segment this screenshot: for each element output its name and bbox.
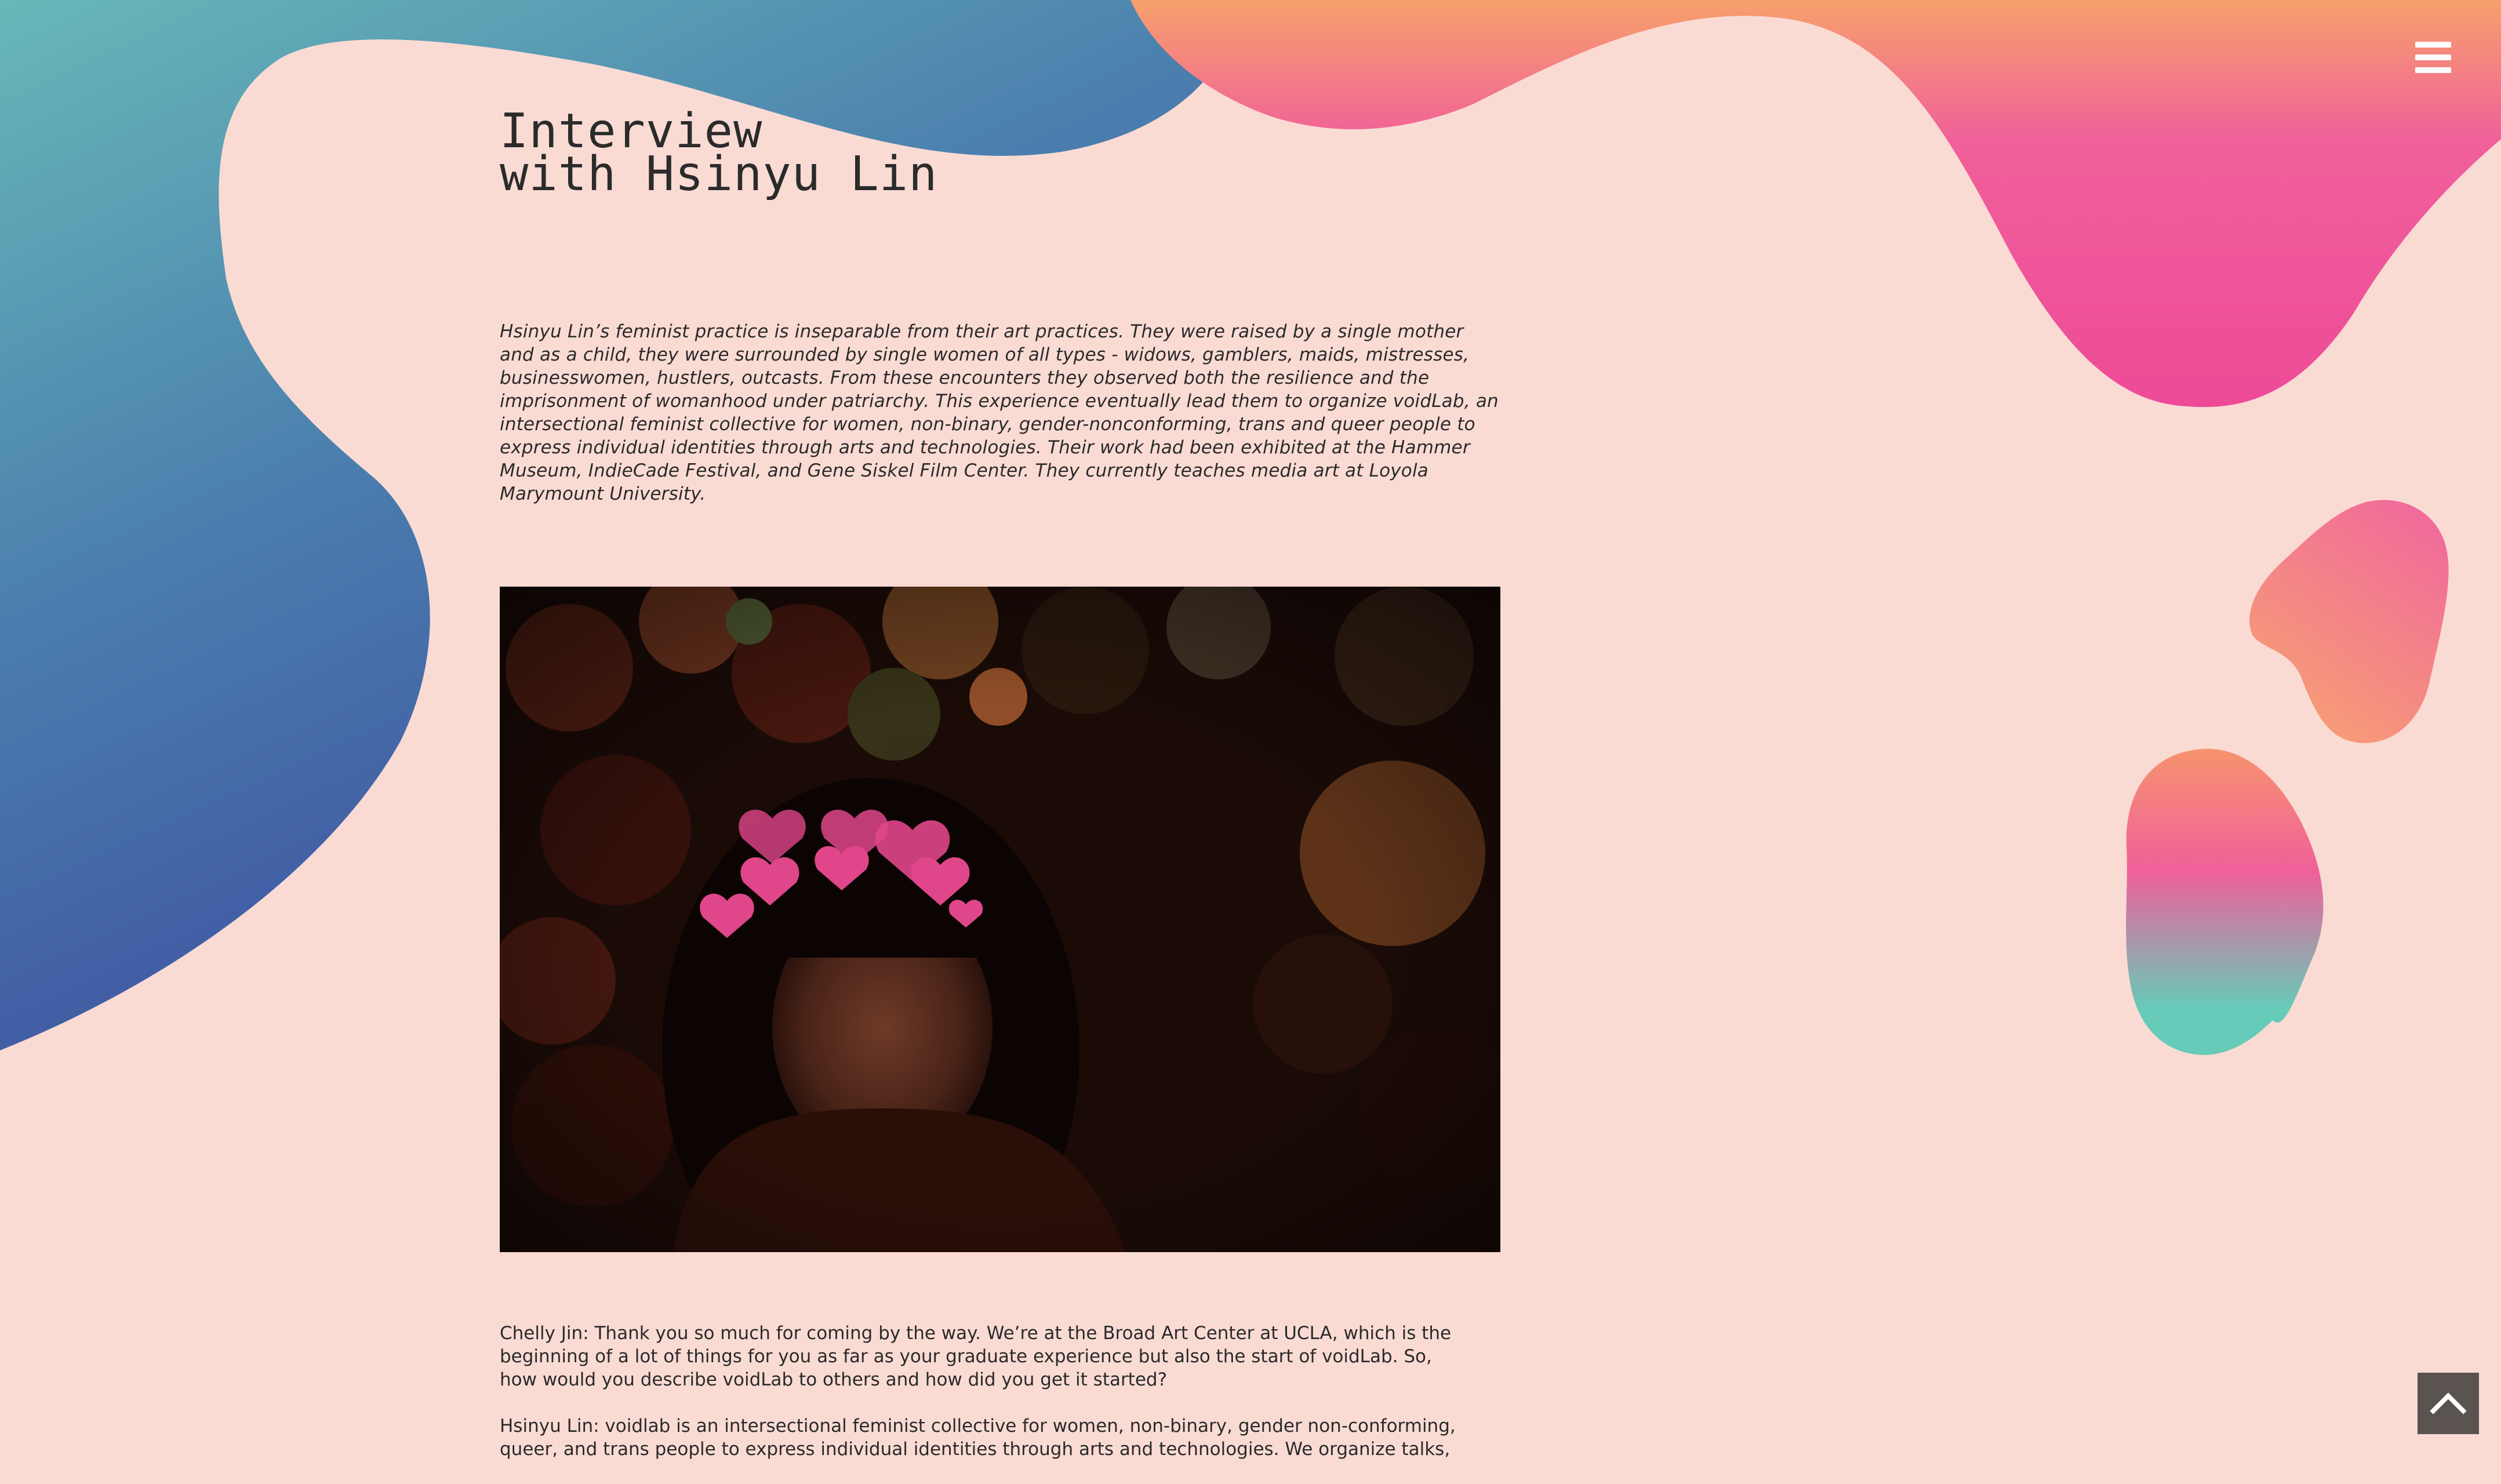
menu-bar: [2415, 54, 2451, 60]
transcript-paragraph: Hsinyu Lin: voidlab is an intersectional…: [500, 1416, 1456, 1460]
gradient-teal-blob-shape: [2126, 748, 2324, 1055]
small-pink-blob-shape: [2249, 500, 2449, 743]
back-to-top-button[interactable]: [2418, 1373, 2479, 1434]
menu-bar: [2415, 42, 2451, 48]
hamburger-menu-icon[interactable]: [2413, 37, 2453, 78]
article: Interview with Hsinyu Lin Hsinyu Lin’s f…: [500, 108, 1500, 1460]
page-title: Interview with Hsinyu Lin: [500, 108, 1500, 202]
title-line-2: with Hsinyu Lin: [500, 147, 938, 202]
chevron-up-icon: [2430, 1392, 2467, 1414]
menu-bar: [2415, 67, 2451, 73]
interview-photo: [500, 587, 1500, 1252]
transcript-paragraph: Chelly Jin: Thank you so much for coming…: [500, 1323, 1452, 1390]
interview-transcript: Chelly Jin: Thank you so much for coming…: [500, 1322, 1462, 1484]
intro-paragraph: Hsinyu Lin’s feminist practice is insepa…: [500, 321, 1499, 504]
